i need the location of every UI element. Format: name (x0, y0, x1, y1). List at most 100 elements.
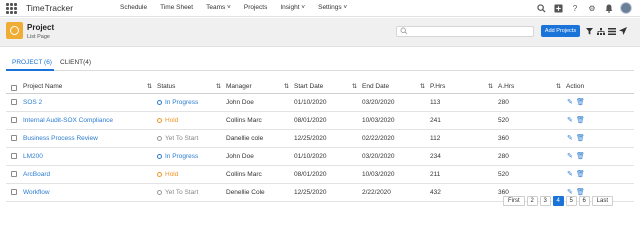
project-name-link[interactable]: Workflow (23, 189, 50, 196)
trash-icon[interactable]: 🗑 (576, 134, 585, 142)
edit-icon[interactable]: ✎ (567, 188, 573, 196)
row-checkbox[interactable] (11, 99, 17, 105)
edit-icon[interactable]: ✎ (567, 116, 573, 124)
end-date-cell: 10/03/2020 (362, 171, 395, 178)
column-header-project-name[interactable]: Project Name (23, 83, 62, 90)
select-all-checkbox[interactable] (11, 85, 17, 91)
status-text: Hold (165, 171, 179, 178)
row-checkbox[interactable] (11, 171, 17, 177)
search-input[interactable] (396, 26, 534, 37)
planned-hours-cell: 211 (430, 171, 441, 178)
end-date-cell: 2/22/2020 (362, 189, 391, 196)
trash-icon[interactable]: 🗑 (576, 116, 585, 124)
help-icon[interactable]: ? (569, 2, 581, 14)
manager-cell: Collins Marc (226, 171, 262, 178)
page-button-active[interactable]: 4 (552, 196, 564, 206)
list-view-icon[interactable] (606, 26, 617, 36)
trash-icon[interactable]: 🗑 (576, 98, 585, 106)
row-checkbox[interactable] (11, 135, 17, 141)
column-header-status[interactable]: Status (157, 83, 175, 90)
end-date-cell: 10/03/2020 (362, 117, 395, 124)
sort-icon[interactable]: ⇅ (284, 83, 289, 90)
add-projects-button[interactable]: Add Projects (541, 25, 580, 37)
row-checkbox[interactable] (11, 153, 17, 159)
sort-icon[interactable]: ⇅ (488, 83, 493, 90)
manager-cell: Denellie Cole (226, 189, 265, 196)
page-button[interactable]: 3 (539, 196, 551, 206)
nav-item-projects[interactable]: Projects (244, 4, 267, 11)
search-icon[interactable] (535, 2, 547, 14)
status-text: In Progress (165, 99, 199, 106)
column-header-manager[interactable]: Manager (226, 83, 252, 90)
column-header-end-date[interactable]: End Date (362, 83, 389, 90)
page-first-button[interactable]: First (503, 196, 525, 206)
manager-cell: Collins Marc (226, 117, 262, 124)
tab-project[interactable]: PROJECT (6) (12, 59, 52, 66)
status-dot-icon (157, 189, 162, 195)
sort-icon[interactable]: ⇅ (216, 83, 221, 90)
end-date-cell: 03/20/2020 (362, 99, 395, 106)
nav-item-insight[interactable]: Insight ˅ (280, 4, 305, 11)
page-button[interactable]: 5 (565, 196, 577, 206)
edit-icon[interactable]: ✎ (567, 152, 573, 160)
project-name-link[interactable]: Internal Audit-SOX Compliance (23, 117, 113, 124)
sort-icon[interactable]: ⇅ (352, 83, 357, 90)
nav-item-schedule[interactable]: Schedule (120, 4, 147, 11)
sort-icon[interactable]: ⇅ (420, 83, 425, 90)
table-row: Internal Audit-SOX Compliance Hold Colli… (6, 112, 634, 130)
planned-hours-cell: 113 (430, 99, 441, 106)
status-dot-icon (157, 171, 162, 177)
edit-icon[interactable]: ✎ (567, 170, 573, 178)
manager-cell: John Doe (226, 153, 254, 160)
start-date-cell: 08/01/2020 (294, 117, 327, 124)
add-box-icon[interactable] (552, 2, 564, 14)
user-avatar[interactable] (620, 2, 632, 14)
nav-item-teams[interactable]: Teams ˅ (206, 4, 231, 11)
column-header-actual-hours[interactable]: A.Hrs (498, 83, 514, 90)
tab-client[interactable]: CLIENT(4) (60, 59, 91, 66)
send-icon[interactable] (617, 26, 628, 36)
trash-icon[interactable]: 🗑 (576, 152, 585, 160)
page-last-button[interactable]: Last (591, 196, 614, 206)
filter-icon[interactable] (584, 26, 595, 36)
project-name-link[interactable]: SOS 2 (23, 99, 42, 106)
trash-icon[interactable]: 🗑 (576, 188, 585, 196)
hierarchy-icon[interactable] (595, 26, 606, 36)
sort-icon[interactable]: ⇅ (556, 83, 561, 90)
nav-item-settings[interactable]: Settings ˅ (318, 4, 347, 11)
end-date-cell: 02/22/2020 (362, 135, 395, 142)
edit-icon[interactable]: ✎ (567, 98, 573, 106)
project-name-link[interactable]: ArcBoard (23, 171, 50, 178)
row-checkbox[interactable] (11, 117, 17, 123)
project-name-link[interactable]: LM200 (23, 153, 43, 160)
project-icon (6, 22, 23, 39)
tab-bar: PROJECT (6) CLIENT(4) (6, 56, 634, 71)
actual-hours-cell: 280 (498, 153, 509, 160)
edit-icon[interactable]: ✎ (567, 134, 573, 142)
planned-hours-cell: 234 (430, 153, 441, 160)
status-dot-icon (157, 153, 162, 159)
sort-icon[interactable]: ⇅ (147, 83, 152, 90)
page-button[interactable]: 6 (578, 196, 590, 206)
row-checkbox[interactable] (11, 189, 17, 195)
trash-icon[interactable]: 🗑 (576, 170, 585, 178)
gear-icon[interactable]: ⚙ (586, 2, 598, 14)
column-header-planned-hours[interactable]: P.Hrs (430, 83, 445, 90)
nav-item-time-sheet[interactable]: Time Sheet (160, 4, 193, 11)
page-button[interactable]: 2 (526, 196, 538, 206)
actual-hours-cell: 520 (498, 171, 509, 178)
status-badge: In Progress (157, 99, 198, 106)
planned-hours-cell: 241 (430, 117, 441, 124)
bell-icon[interactable] (603, 2, 615, 14)
column-header-start-date[interactable]: Start Date (294, 83, 323, 90)
app-launcher-icon[interactable] (6, 3, 17, 14)
project-name-link[interactable]: Business Process Review (23, 135, 98, 142)
page-header: Project List Page Add Projects (0, 18, 640, 47)
actual-hours-cell: 280 (498, 99, 509, 106)
status-text: Hold (165, 117, 179, 124)
start-date-cell: 01/10/2020 (294, 153, 327, 160)
status-dot-icon (157, 99, 162, 105)
manager-cell: Danellie cole (226, 135, 264, 142)
app-title: TimeTracker (26, 3, 74, 13)
planned-hours-cell: 432 (430, 189, 441, 196)
